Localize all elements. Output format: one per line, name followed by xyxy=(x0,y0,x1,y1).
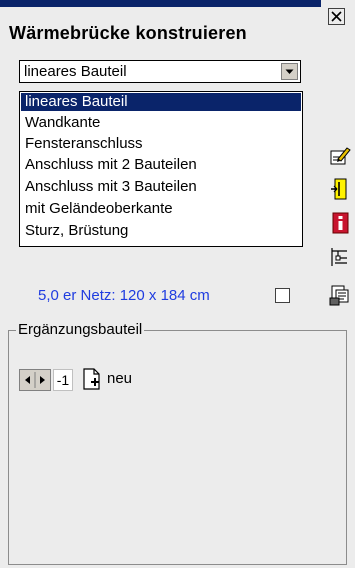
print-icon xyxy=(329,285,349,306)
panel-title: Wärmebrücke konstruieren xyxy=(9,23,247,43)
dropdown-option-lineares-bauteil[interactable]: lineares Bauteil xyxy=(21,93,301,111)
edit-tool-button[interactable] xyxy=(329,145,351,167)
grid-size-label: 5,0 er Netz: 120 x 184 cm xyxy=(38,287,210,304)
dropdown-option-anschluss-3[interactable]: Anschluss mit 3 Bauteilen xyxy=(21,178,301,196)
close-button[interactable] xyxy=(328,8,345,25)
new-label[interactable]: neu xyxy=(107,370,132,387)
ergaenzungsbauteil-group xyxy=(8,330,347,565)
type-select-value: lineares Bauteil xyxy=(24,63,127,80)
type-dropdown-list: lineares Bauteil Wandkante Fensteranschl… xyxy=(19,91,303,247)
dropdown-option-fensteranschluss[interactable]: Fensteranschluss xyxy=(21,135,301,153)
tree-tool-button[interactable] xyxy=(329,246,351,268)
chevron-down-icon xyxy=(285,69,294,74)
pencil-edit-icon xyxy=(330,147,351,165)
fit-icon xyxy=(331,178,347,200)
grid-checkbox[interactable] xyxy=(275,288,290,303)
index-value[interactable]: -1 xyxy=(53,369,73,391)
new-document-button[interactable] xyxy=(81,367,103,391)
close-icon xyxy=(331,11,342,22)
dropdown-button[interactable] xyxy=(281,63,298,80)
print-tool-button[interactable] xyxy=(329,284,351,306)
dropdown-option-anschluss-2[interactable]: Anschluss mit 2 Bauteilen xyxy=(21,156,301,174)
index-spinner[interactable] xyxy=(19,369,51,391)
dropdown-option-gelaendeoberkante[interactable]: mit Geländeoberkante xyxy=(21,200,301,218)
group-label: Ergänzungsbauteil xyxy=(16,321,145,338)
arrow-left-right-icon xyxy=(25,372,45,388)
title-bar-stripe xyxy=(0,0,355,7)
info-icon xyxy=(332,212,349,234)
fit-tool-button[interactable] xyxy=(329,178,351,200)
dropdown-option-sturz[interactable]: Sturz, Brüstung xyxy=(21,222,301,240)
new-document-icon xyxy=(83,368,100,390)
tree-icon xyxy=(331,248,347,266)
dropdown-option-wandkante[interactable]: Wandkante xyxy=(21,114,301,132)
info-tool-button[interactable] xyxy=(329,212,351,234)
type-select[interactable]: lineares Bauteil xyxy=(19,60,301,83)
